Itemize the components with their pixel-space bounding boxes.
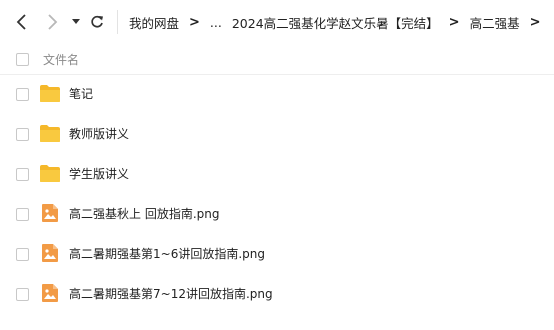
- breadcrumb-separator: >: [448, 14, 460, 30]
- list-item[interactable]: 笔记: [0, 74, 554, 114]
- folder-icon: [40, 125, 60, 142]
- list-item[interactable]: 学生版讲义: [0, 154, 554, 194]
- chevron-right-icon: [48, 14, 58, 30]
- list-item[interactable]: 教师版讲义: [0, 114, 554, 154]
- file-name[interactable]: 高二暑期强基第7~12讲回放指南.png: [69, 285, 273, 302]
- forward-button[interactable]: [42, 12, 62, 32]
- chevron-left-icon: [16, 14, 26, 30]
- navigation-bar: 我的网盘 > ... 2024高二强基化学赵文乐暑【完结】 > 高二强基 >: [0, 0, 554, 44]
- refresh-icon: [91, 15, 103, 28]
- file-name[interactable]: 学生版讲义: [69, 165, 129, 182]
- file-list-header: 文件名: [0, 44, 554, 75]
- history-dropdown-button[interactable]: [70, 16, 82, 28]
- breadcrumb: 我的网盘 > ... 2024高二强基化学赵文乐暑【完结】 > 高二强基 >: [129, 0, 550, 44]
- row-checkbox[interactable]: [16, 88, 29, 101]
- column-header-filename[interactable]: 文件名: [43, 51, 79, 68]
- row-checkbox[interactable]: [16, 288, 29, 301]
- file-name[interactable]: 教师版讲义: [69, 125, 129, 142]
- list-item[interactable]: 高二暑期强基第1~6讲回放指南.png: [0, 234, 554, 274]
- toolbar-divider: [117, 10, 118, 34]
- folder-icon: [40, 165, 60, 182]
- select-all-checkbox[interactable]: [16, 53, 29, 66]
- list-item[interactable]: 高二暑期强基第7~12讲回放指南.png: [0, 274, 554, 314]
- list-item[interactable]: 高二强基秋上 回放指南.png: [0, 194, 554, 234]
- image-file-icon: [42, 244, 58, 262]
- back-button[interactable]: [12, 12, 32, 32]
- breadcrumb-separator: >: [529, 14, 541, 30]
- breadcrumb-item-course-folder[interactable]: 2024高二强基化学赵文乐暑【完结】: [232, 13, 439, 32]
- row-checkbox[interactable]: [16, 128, 29, 141]
- file-name[interactable]: 高二暑期强基第1~6讲回放指南.png: [69, 245, 265, 262]
- image-file-icon: [42, 284, 58, 302]
- file-name[interactable]: 高二强基秋上 回放指南.png: [69, 205, 219, 222]
- row-checkbox[interactable]: [16, 208, 29, 221]
- image-file-icon: [42, 204, 58, 222]
- refresh-button[interactable]: [88, 13, 106, 31]
- folder-icon: [40, 85, 60, 102]
- file-name[interactable]: 笔记: [69, 85, 93, 102]
- breadcrumb-item-current-folder[interactable]: 高二强基: [470, 13, 520, 32]
- caret-down-icon: [72, 19, 80, 24]
- breadcrumb-separator: >: [189, 14, 200, 30]
- row-checkbox[interactable]: [16, 168, 29, 181]
- breadcrumb-item-ellipsis[interactable]: ...: [210, 15, 222, 30]
- row-checkbox[interactable]: [16, 248, 29, 261]
- breadcrumb-item-my-drive[interactable]: 我的网盘: [129, 13, 179, 32]
